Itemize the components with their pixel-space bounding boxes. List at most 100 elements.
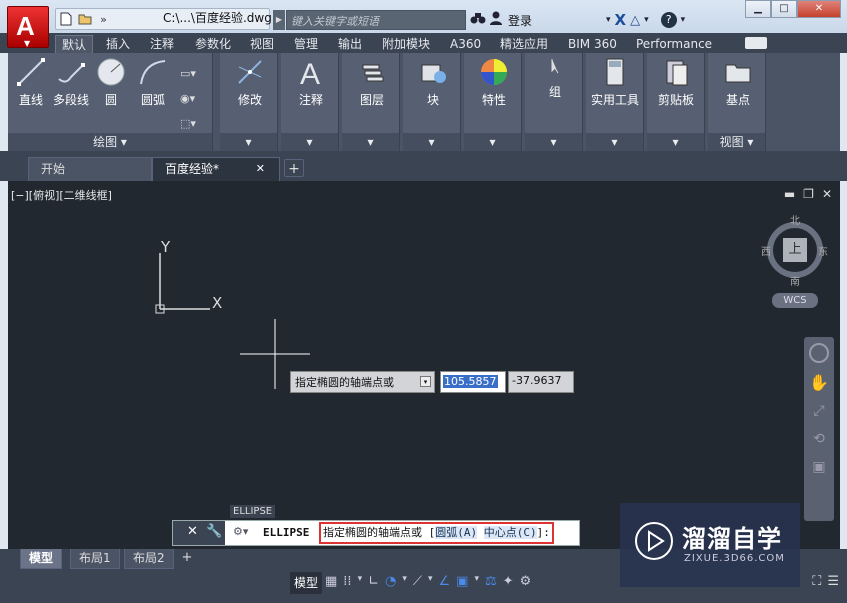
tab-model[interactable]: 模型 xyxy=(20,549,63,569)
compass-north[interactable]: 北 xyxy=(790,212,800,227)
tab-manage[interactable]: 管理 xyxy=(294,35,318,53)
compass-south[interactable]: 南 xyxy=(790,273,800,288)
compass-west[interactable]: 西 xyxy=(761,243,771,258)
open-file-icon[interactable] xyxy=(75,11,94,27)
layers-panel[interactable]: 图层 ▾ xyxy=(342,53,400,151)
tab-view[interactable]: 视图 xyxy=(250,35,274,53)
tab-addins[interactable]: 附加模块 xyxy=(382,35,430,53)
tab-bim360[interactable]: BIM 360 xyxy=(568,35,617,53)
tab-parametric[interactable]: 参数化 xyxy=(195,35,231,53)
dropdown-icon[interactable]: ▾ xyxy=(474,574,479,589)
clipboard-tool[interactable]: 剪贴板 xyxy=(652,57,700,108)
arc-tool[interactable]: 圆弧 xyxy=(136,57,170,108)
tab-annotate[interactable]: 注释 xyxy=(150,35,174,53)
block-panel[interactable]: 块 ▾ xyxy=(403,53,461,151)
properties-tool[interactable]: 特性 xyxy=(474,57,514,108)
chevron-down-icon[interactable]: ▾ xyxy=(464,133,521,151)
dropdown-icon[interactable]: ▾ xyxy=(358,574,363,589)
tab-layout2[interactable]: 布局2 xyxy=(124,549,174,569)
tab-output[interactable]: 输出 xyxy=(338,35,362,53)
binoculars-icon[interactable] xyxy=(470,11,486,29)
isodraft-icon[interactable]: ⟋ xyxy=(413,574,422,589)
compass-east[interactable]: 东 xyxy=(818,243,828,258)
fullscreen-icon[interactable]: ⛶ xyxy=(812,574,821,589)
new-file-icon[interactable] xyxy=(56,11,75,27)
steering-wheel-icon[interactable] xyxy=(809,343,829,363)
tab-layout1[interactable]: 布局1 xyxy=(70,549,120,569)
tab-featured-apps[interactable]: 精选应用 xyxy=(500,35,548,53)
polar-icon[interactable]: ◔ xyxy=(385,574,396,589)
groups-tool[interactable]: 组 xyxy=(535,57,575,100)
search-expand-icon[interactable]: ▶ xyxy=(273,10,285,30)
user-icon[interactable] xyxy=(490,11,502,29)
circle-tool[interactable]: 圆 xyxy=(96,57,126,108)
snap-icon[interactable]: ⁞⁞ xyxy=(343,574,351,589)
workspace-icon[interactable]: ⚙ xyxy=(520,574,532,589)
tab-start[interactable]: 开始 xyxy=(28,157,152,181)
option-arc[interactable]: 圆弧(A) xyxy=(435,526,478,539)
chevron-down-icon[interactable]: ▾ xyxy=(220,133,277,151)
hatch-icon[interactable]: ◉▾ xyxy=(180,86,196,111)
restore-viewport-icon[interactable]: ❐ xyxy=(803,187,814,201)
customize-icon[interactable]: ☰ xyxy=(827,574,839,589)
orbit-icon[interactable]: ⟲ xyxy=(809,431,829,451)
tab-insert[interactable]: 插入 xyxy=(106,35,130,53)
drawing-canvas[interactable]: [−][俯视][二维线框] ▬ ❐ ✕ Y X 指定椭圆的轴端点或 ▾ 105.… xyxy=(8,181,840,549)
layers-tool[interactable]: 图层 xyxy=(352,57,392,108)
dropdown-icon[interactable]: ▾ xyxy=(402,574,407,589)
polyline-tool[interactable]: 多段线 xyxy=(50,57,92,108)
wrench-icon[interactable]: 🔧 xyxy=(206,524,222,539)
tab-default[interactable]: 默认 xyxy=(55,35,94,53)
annotation-scale-icon[interactable]: ⚖ xyxy=(485,574,497,589)
a360-icon[interactable]: △ xyxy=(630,13,640,28)
minimize-button[interactable]: ▁ xyxy=(745,0,771,18)
recent-commands-icon[interactable]: ⚙▾ xyxy=(233,525,248,538)
add-layout-icon[interactable]: + xyxy=(178,550,196,566)
new-tab-icon[interactable]: + xyxy=(284,159,304,177)
dropdown-icon[interactable]: ▾ xyxy=(681,15,686,25)
wcs-menu[interactable]: WCS xyxy=(772,293,818,308)
exchange-apps-icon[interactable]: X xyxy=(615,11,627,29)
help-icon[interactable]: ? xyxy=(660,12,677,28)
tab-current-drawing[interactable]: 百度经验* ✕ xyxy=(152,157,280,181)
chevron-down-icon[interactable]: ▾ xyxy=(586,133,643,151)
chevron-down-icon[interactable]: ▾ xyxy=(342,133,399,151)
ribbon-toggle-icon[interactable] xyxy=(745,37,767,49)
chevron-down-icon[interactable]: ▾ xyxy=(647,133,704,151)
more-commands-icon[interactable]: » xyxy=(94,11,113,27)
x-coordinate-input[interactable]: 105.5857 xyxy=(440,371,506,393)
viewport-controls[interactable]: [−][俯视][二维线框] xyxy=(11,187,112,203)
dropdown-icon[interactable]: ▾ xyxy=(420,376,431,387)
search-input[interactable]: 键入关键字或短语 xyxy=(286,10,466,30)
chevron-down-icon[interactable]: ▾ xyxy=(525,133,582,151)
option-center[interactable]: 中心点(C) xyxy=(483,526,537,539)
rectangle-icon[interactable]: ▭▾ xyxy=(180,61,196,86)
block-tool[interactable]: 块 xyxy=(413,57,453,108)
annotation-visibility-icon[interactable]: ✦ xyxy=(503,574,514,589)
application-menu-button[interactable]: A ▼ xyxy=(7,6,49,48)
login-link[interactable]: 登录 xyxy=(508,12,532,29)
close-icon[interactable]: ✕ xyxy=(187,524,198,539)
maximize-button[interactable]: □ xyxy=(771,0,797,18)
viewcube-face-top[interactable]: 上 xyxy=(783,238,807,262)
object-snap-icon[interactable]: ▣ xyxy=(456,574,468,589)
clipboard-panel[interactable]: 剪贴板 ▾ xyxy=(647,53,705,151)
object-snap-tracking-icon[interactable]: ∠ xyxy=(439,574,451,589)
showmotion-icon[interactable]: ▣ xyxy=(809,459,829,479)
chevron-down-icon[interactable]: ▾ xyxy=(281,133,338,151)
y-coordinate-input[interactable]: -37.9637 xyxy=(508,371,574,393)
grid-icon[interactable]: ▦ xyxy=(325,574,337,589)
properties-panel[interactable]: 特性 ▾ xyxy=(464,53,522,151)
groups-panel[interactable]: 组 ▾ xyxy=(525,53,583,151)
viewcube[interactable]: 上 北 南 西 东 xyxy=(760,212,830,288)
model-space-button[interactable]: 模型 xyxy=(290,572,323,594)
modify-panel[interactable]: 修改 ▾ xyxy=(220,53,278,151)
draw-panel-label[interactable]: 绘图 ▾ xyxy=(8,133,212,151)
pan-hand-icon[interactable]: ✋ xyxy=(809,373,829,393)
modify-tool[interactable]: 修改 xyxy=(230,57,270,108)
ortho-icon[interactable]: ∟ xyxy=(368,574,379,589)
tab-a360[interactable]: A360 xyxy=(450,35,481,53)
utilities-panel[interactable]: 实用工具 ▾ xyxy=(586,53,644,151)
view-panel-label[interactable]: 视图 ▾ xyxy=(708,133,765,151)
minimize-viewport-icon[interactable]: ▬ xyxy=(784,187,795,201)
